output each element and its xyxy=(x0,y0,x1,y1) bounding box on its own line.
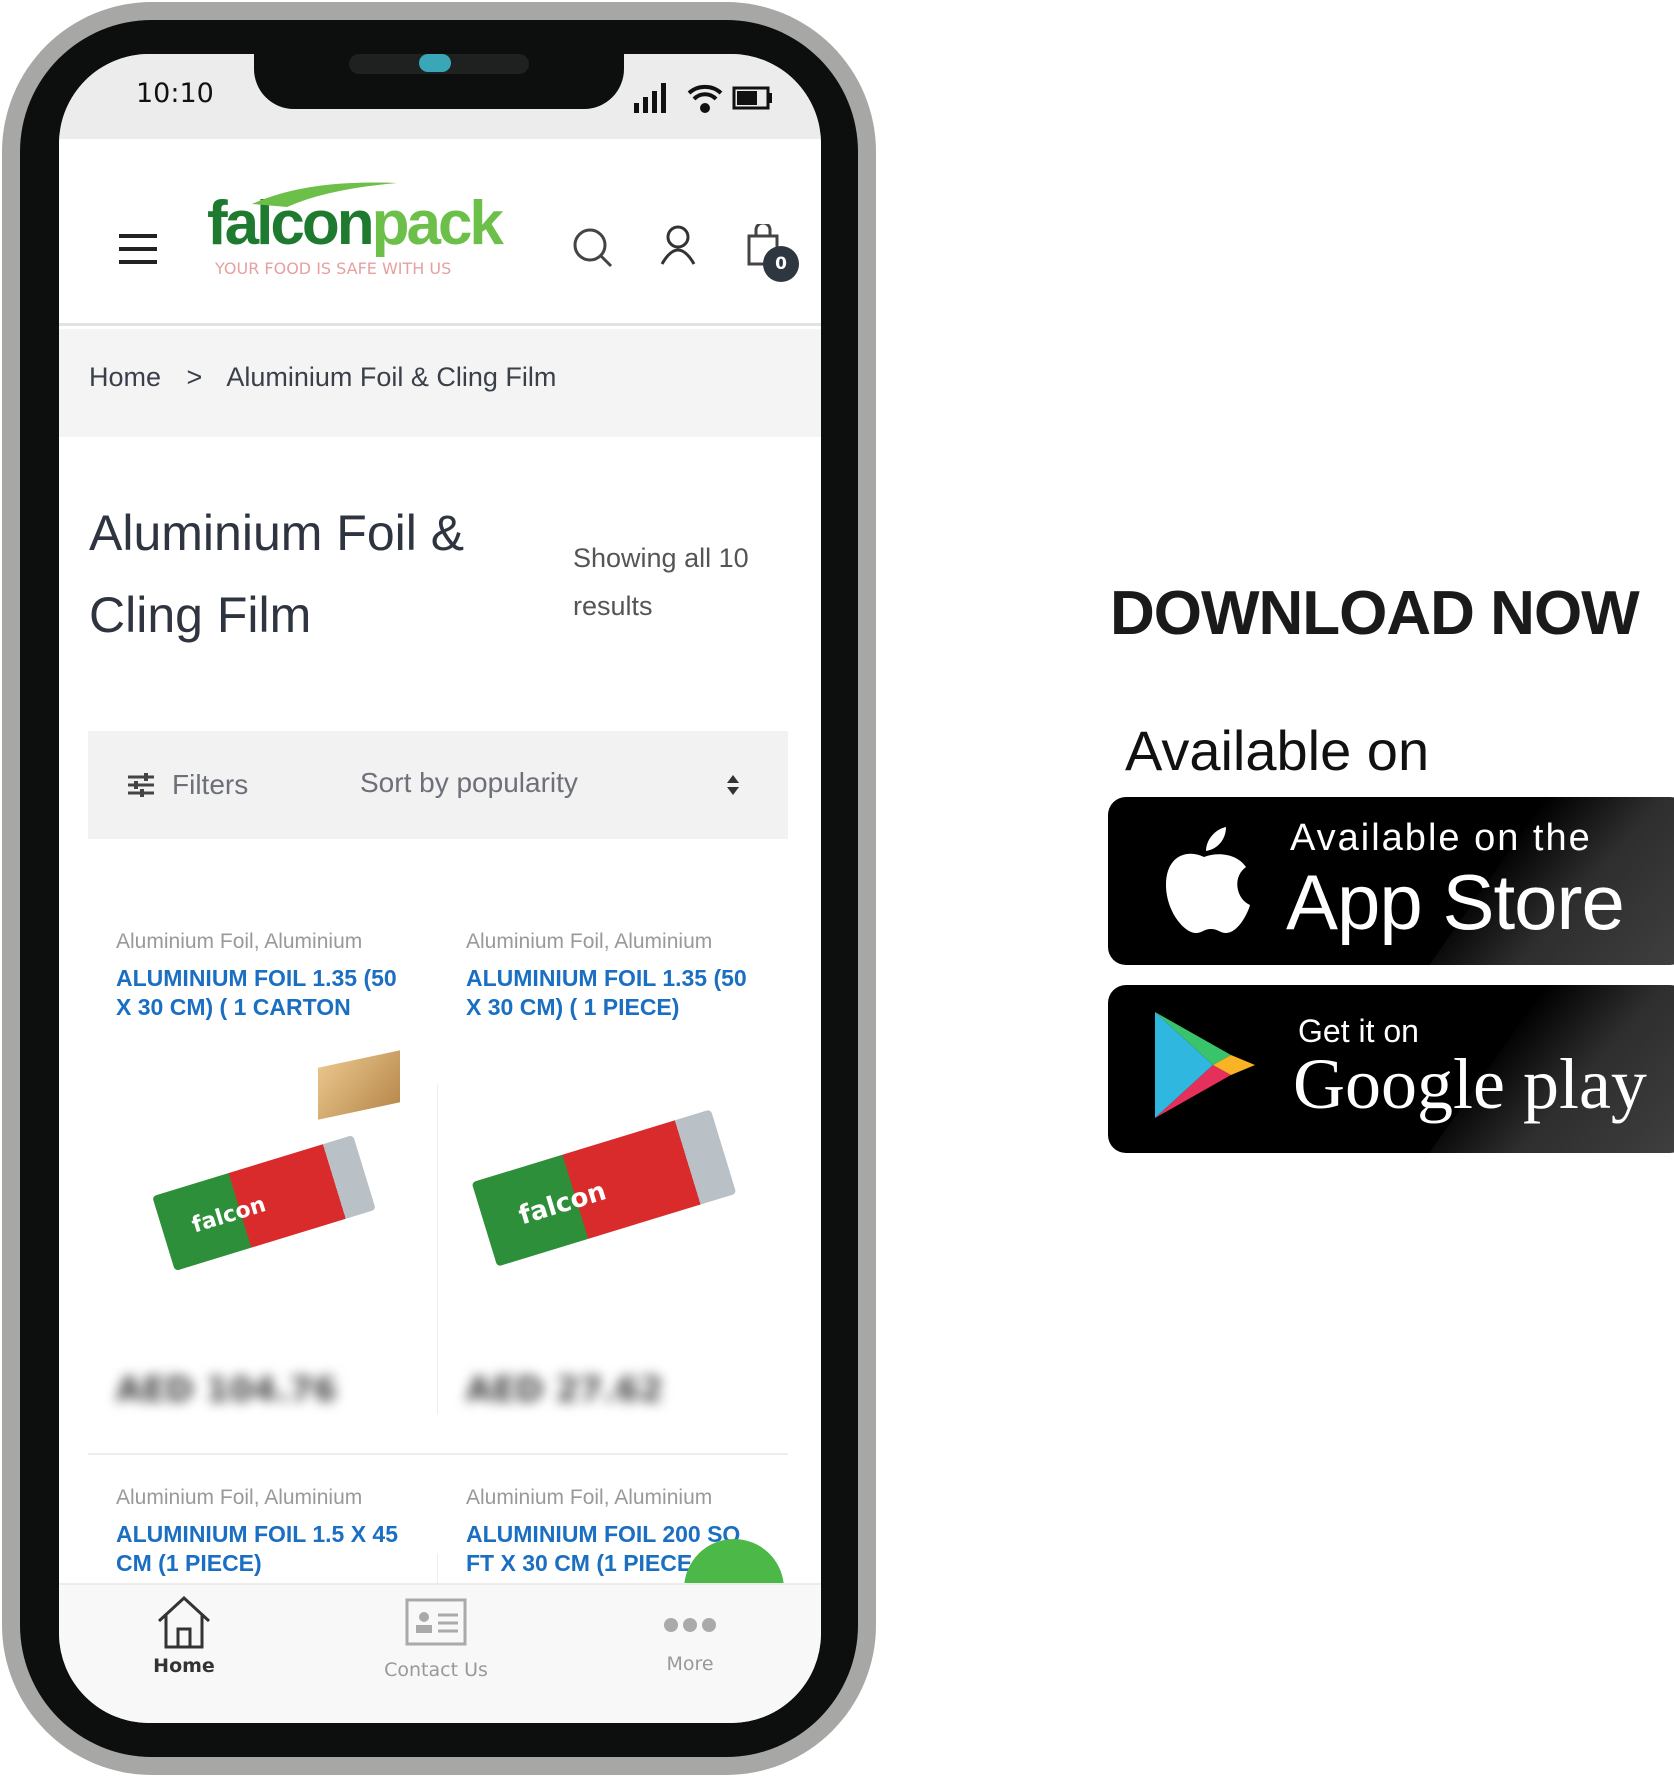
cart-count-badge: 0 xyxy=(763,246,799,282)
row-divider xyxy=(88,1453,788,1455)
signal-icon xyxy=(634,83,666,113)
app-store-line1: Available on the xyxy=(1290,817,1592,859)
result-count: Showing all 10 results xyxy=(573,543,749,621)
status-icons xyxy=(634,83,772,113)
product-image[interactable]: falcon xyxy=(152,1135,376,1271)
user-account-icon[interactable] xyxy=(659,224,697,266)
product-price: AED 104.76 xyxy=(116,1370,337,1410)
product-category: Aluminium Foil, Aluminium xyxy=(116,1486,363,1509)
cart-button[interactable]: 0 xyxy=(745,221,799,284)
select-arrows-icon xyxy=(727,775,739,795)
nav-label: Contact Us xyxy=(384,1659,488,1681)
camera-indicator xyxy=(419,54,451,72)
nav-more[interactable]: More xyxy=(610,1615,770,1675)
battery-icon xyxy=(732,86,772,110)
falconpack-logo[interactable]: falconpack YOUR FOOD IS SAFE WITH US xyxy=(207,179,504,278)
bottom-nav: Home Contact Us More xyxy=(59,1583,821,1723)
product-image[interactable]: falcon xyxy=(471,1109,737,1267)
sort-value: Sort by popularity xyxy=(360,767,578,798)
product-category: Aluminium Foil, Aluminium xyxy=(116,930,363,953)
filters-label: Filters xyxy=(172,769,249,800)
app-store-line2: App Store xyxy=(1286,858,1625,946)
nav-home[interactable]: Home xyxy=(104,1593,264,1677)
breadcrumb-home[interactable]: Home xyxy=(89,362,161,392)
sort-select[interactable]: Sort by popularity xyxy=(360,767,740,807)
phone-screen: 10:10 falconpack YOUR FOOD IS SAFE WITH … xyxy=(59,54,821,1723)
breadcrumb-separator: > xyxy=(186,362,203,392)
app-store-badge[interactable]: Available on the App Store xyxy=(1108,797,1674,965)
carton-image xyxy=(318,1050,400,1120)
nav-label: More xyxy=(666,1653,714,1675)
more-dots-icon xyxy=(664,1618,716,1632)
product-title[interactable]: ALUMINIUM FOIL 1.35 (50 X 30 CM) ( 1 PIE… xyxy=(466,964,756,1022)
search-icon[interactable] xyxy=(572,227,614,269)
page-title: Aluminium Foil & Cling Film xyxy=(89,505,465,643)
sliders-icon xyxy=(128,773,154,797)
product-price: AED 27.62 xyxy=(466,1370,664,1410)
hamburger-menu-icon[interactable] xyxy=(119,234,157,264)
breadcrumb-current: Aluminium Foil & Cling Film xyxy=(226,362,557,392)
site-header: falconpack YOUR FOOD IS SAFE WITH US 0 xyxy=(59,139,821,326)
product-card[interactable]: Aluminium Foil, Aluminium ALUMINIUM FOIL… xyxy=(116,930,406,1022)
notch xyxy=(254,54,624,109)
column-divider xyxy=(437,1084,438,1414)
product-category: Aluminium Foil, Aluminium xyxy=(466,1486,713,1509)
product-category: Aluminium Foil, Aluminium xyxy=(466,930,713,953)
nav-contact[interactable]: Contact Us xyxy=(356,1597,516,1681)
download-heading: DOWNLOAD NOW xyxy=(1110,579,1640,648)
product-card[interactable]: Aluminium Foil, Aluminium ALUMINIUM FOIL… xyxy=(466,930,756,1022)
contact-card-icon xyxy=(405,1598,467,1646)
available-on-label: Available on xyxy=(1125,719,1430,782)
home-icon xyxy=(157,1595,211,1649)
google-play-badge[interactable]: Get it on Google play xyxy=(1108,985,1674,1153)
product-title[interactable]: ALUMINIUM FOIL 1.5 X 45 CM (1 PIECE) xyxy=(116,1520,406,1578)
google-play-icon xyxy=(1155,1012,1255,1118)
product-title[interactable]: ALUMINIUM FOIL 1.35 (50 X 30 CM) ( 1 CAR… xyxy=(116,964,406,1022)
filters-button[interactable]: Filters xyxy=(128,769,248,801)
filter-sort-bar: Filters Sort by popularity xyxy=(88,731,788,839)
apple-icon xyxy=(1166,827,1250,933)
wifi-icon xyxy=(687,84,723,113)
status-time: 10:10 xyxy=(136,78,214,109)
breadcrumb: Home > Aluminium Foil & Cling Film xyxy=(59,329,821,437)
google-play-line2: Google play xyxy=(1293,1044,1647,1124)
nav-label: Home xyxy=(153,1655,215,1677)
product-card[interactable]: Aluminium Foil, Aluminium ALUMINIUM FOIL… xyxy=(116,1486,406,1578)
